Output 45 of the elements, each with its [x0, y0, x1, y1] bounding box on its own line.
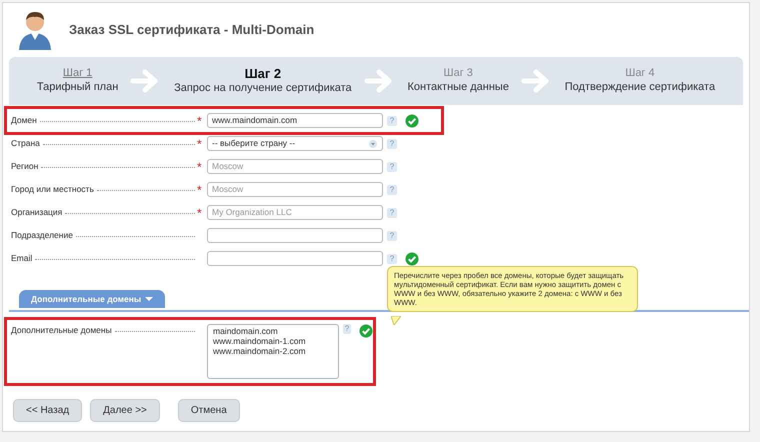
help-icon[interactable]: ?: [387, 138, 397, 148]
input-field[interactable]: Moscow: [207, 159, 383, 174]
nav-button[interactable]: Далее >>: [90, 399, 160, 422]
field-label: Email: [11, 252, 32, 265]
nav-button[interactable]: << Назад: [13, 399, 82, 422]
required-mark: *: [197, 160, 202, 174]
required-mark: *: [197, 114, 202, 128]
required-mark: *: [197, 182, 202, 196]
required-mark: *: [197, 136, 202, 150]
field-label: Страна: [11, 137, 40, 150]
field-label: Подразделение: [11, 229, 73, 242]
field-label: Регион: [11, 160, 38, 173]
step-label: Запрос на получение сертификата: [173, 82, 353, 96]
step-label: Контактные данные: [406, 81, 510, 95]
section-tab[interactable]: Дополнительные домены: [19, 290, 166, 308]
step-label: Тарифный план: [36, 81, 120, 95]
field-label: Город или местность: [11, 183, 94, 196]
step-label: Подтверждение сертификата: [564, 81, 716, 95]
required-mark: *: [197, 206, 202, 220]
input-field[interactable]: [207, 228, 383, 243]
tooltip-pointer: [391, 316, 401, 325]
input-field[interactable]: [207, 251, 383, 266]
help-icon[interactable]: ?: [387, 208, 397, 218]
domains-textarea[interactable]: maindomain.com www.maindomain-1.com www.maindomain-2.com: [207, 324, 339, 379]
field-label: Домен: [11, 114, 37, 127]
help-icon[interactable]: ?: [342, 324, 351, 334]
nav-button[interactable]: Отмена: [178, 399, 240, 422]
step-number: Шаг 2: [244, 66, 282, 82]
input-field[interactable]: Moscow: [207, 182, 383, 197]
step-number: Шаг 4: [624, 67, 656, 81]
step-number: Шаг 3: [442, 67, 474, 81]
help-icon[interactable]: ?: [387, 162, 397, 172]
help-icon[interactable]: ?: [387, 116, 397, 126]
field-label: Дополнительные домены: [11, 324, 112, 337]
page-title: Заказ SSL сертификата - Multi-Domain: [69, 21, 314, 40]
field-label: Организация: [11, 206, 62, 219]
help-icon[interactable]: ?: [387, 254, 397, 264]
help-icon[interactable]: ?: [387, 184, 397, 194]
user-icon: [17, 10, 53, 50]
caret-icon: [368, 140, 378, 148]
input-field[interactable]: www.maindomain.com: [207, 113, 383, 128]
country-select[interactable]: -- выберите страну --: [207, 136, 383, 151]
help-icon[interactable]: ?: [387, 230, 397, 240]
input-field[interactable]: My Organization LLC: [207, 205, 383, 220]
step-number[interactable]: Шаг 1: [25, 67, 130, 81]
